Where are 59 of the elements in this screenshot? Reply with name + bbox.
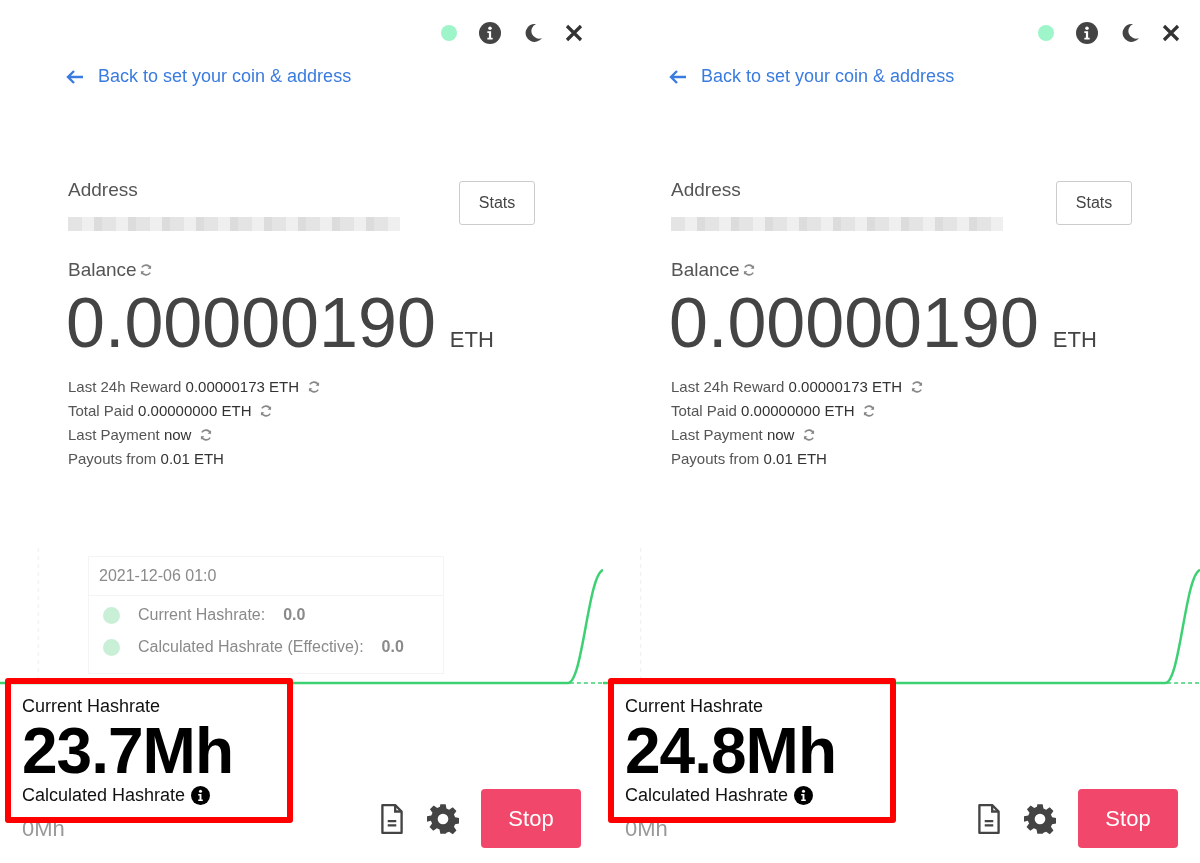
- arrow-left-icon: [669, 68, 687, 85]
- series-dot: [103, 606, 120, 624]
- calculated-hashrate-label: Calculated Hashrate: [625, 785, 789, 806]
- balance-value: 0.00000190: [66, 283, 436, 363]
- settings-icon[interactable]: [427, 802, 459, 835]
- payout-detail: Total Paid 0.00000000 ETH: [671, 401, 855, 421]
- status-dot: [441, 25, 457, 41]
- close-icon[interactable]: [1162, 24, 1180, 42]
- stop-button[interactable]: Stop: [481, 789, 581, 848]
- current-hashrate-label: Current Hashrate: [22, 696, 162, 717]
- calculated-hashrate-label: Calculated Hashrate: [22, 785, 186, 806]
- moon-icon[interactable]: [1120, 23, 1140, 43]
- tooltip-label: Current Hashrate:: [138, 606, 266, 624]
- stats-button[interactable]: Stats: [1056, 181, 1132, 225]
- tooltip-label: Calculated Hashrate (Effective):: [138, 638, 364, 656]
- refresh-icon[interactable]: [741, 263, 756, 277]
- settings-icon[interactable]: [1024, 802, 1056, 835]
- status-dot: [1038, 25, 1054, 41]
- document-icon[interactable]: [379, 802, 405, 835]
- arrow-left-icon: [66, 68, 84, 85]
- refresh-icon[interactable]: [307, 380, 321, 394]
- refresh-icon[interactable]: [910, 380, 924, 394]
- info-icon[interactable]: [479, 22, 501, 44]
- balance-unit: ETH: [449, 327, 494, 353]
- info-icon[interactable]: [1076, 22, 1098, 44]
- payout-detail: Last Payment now: [671, 425, 795, 445]
- balance-label: Balance: [671, 259, 740, 281]
- tooltip-date: 2021-12-06 01:0: [89, 557, 443, 596]
- payout-detail: Last Payment now: [68, 425, 192, 445]
- balance-label: Balance: [68, 259, 137, 281]
- back-link[interactable]: Back to set your coin & address: [66, 66, 352, 87]
- tooltip-value: 0.0: [381, 638, 404, 656]
- tooltip-value: 0.0: [283, 606, 306, 624]
- payout-detail: Payouts from 0.01 ETH: [671, 449, 827, 469]
- back-link[interactable]: Back to set your coin & address: [669, 66, 955, 87]
- address-label: Address: [671, 179, 742, 201]
- refresh-icon[interactable]: [199, 428, 214, 442]
- series-dot: [103, 638, 120, 656]
- moon-icon[interactable]: [523, 23, 543, 43]
- current-hashrate-value: 23.7Mh: [22, 719, 233, 783]
- current-hashrate-value: 24.8Mh: [625, 719, 836, 783]
- balance-unit: ETH: [1052, 327, 1097, 353]
- current-hashrate-label: Current Hashrate: [625, 696, 765, 717]
- refresh-icon[interactable]: [802, 428, 817, 442]
- payout-detail: Total Paid 0.00000000 ETH: [68, 401, 252, 421]
- refresh-icon[interactable]: [259, 404, 274, 418]
- stop-button[interactable]: Stop: [1078, 789, 1178, 848]
- refresh-icon[interactable]: [138, 263, 153, 277]
- info-icon[interactable]: [191, 786, 211, 805]
- address-label: Address: [68, 179, 139, 201]
- stats-button[interactable]: Stats: [459, 181, 535, 225]
- info-icon[interactable]: [794, 786, 814, 805]
- payout-detail: Last 24h Reward 0.00000173 ETH: [68, 377, 299, 397]
- balance-value: 0.00000190: [669, 283, 1039, 363]
- payout-detail: Payouts from 0.01 ETH: [68, 449, 224, 469]
- document-icon[interactable]: [976, 802, 1002, 835]
- refresh-icon[interactable]: [862, 404, 877, 418]
- close-icon[interactable]: [565, 24, 583, 42]
- payout-detail: Last 24h Reward 0.00000173 ETH: [671, 377, 902, 397]
